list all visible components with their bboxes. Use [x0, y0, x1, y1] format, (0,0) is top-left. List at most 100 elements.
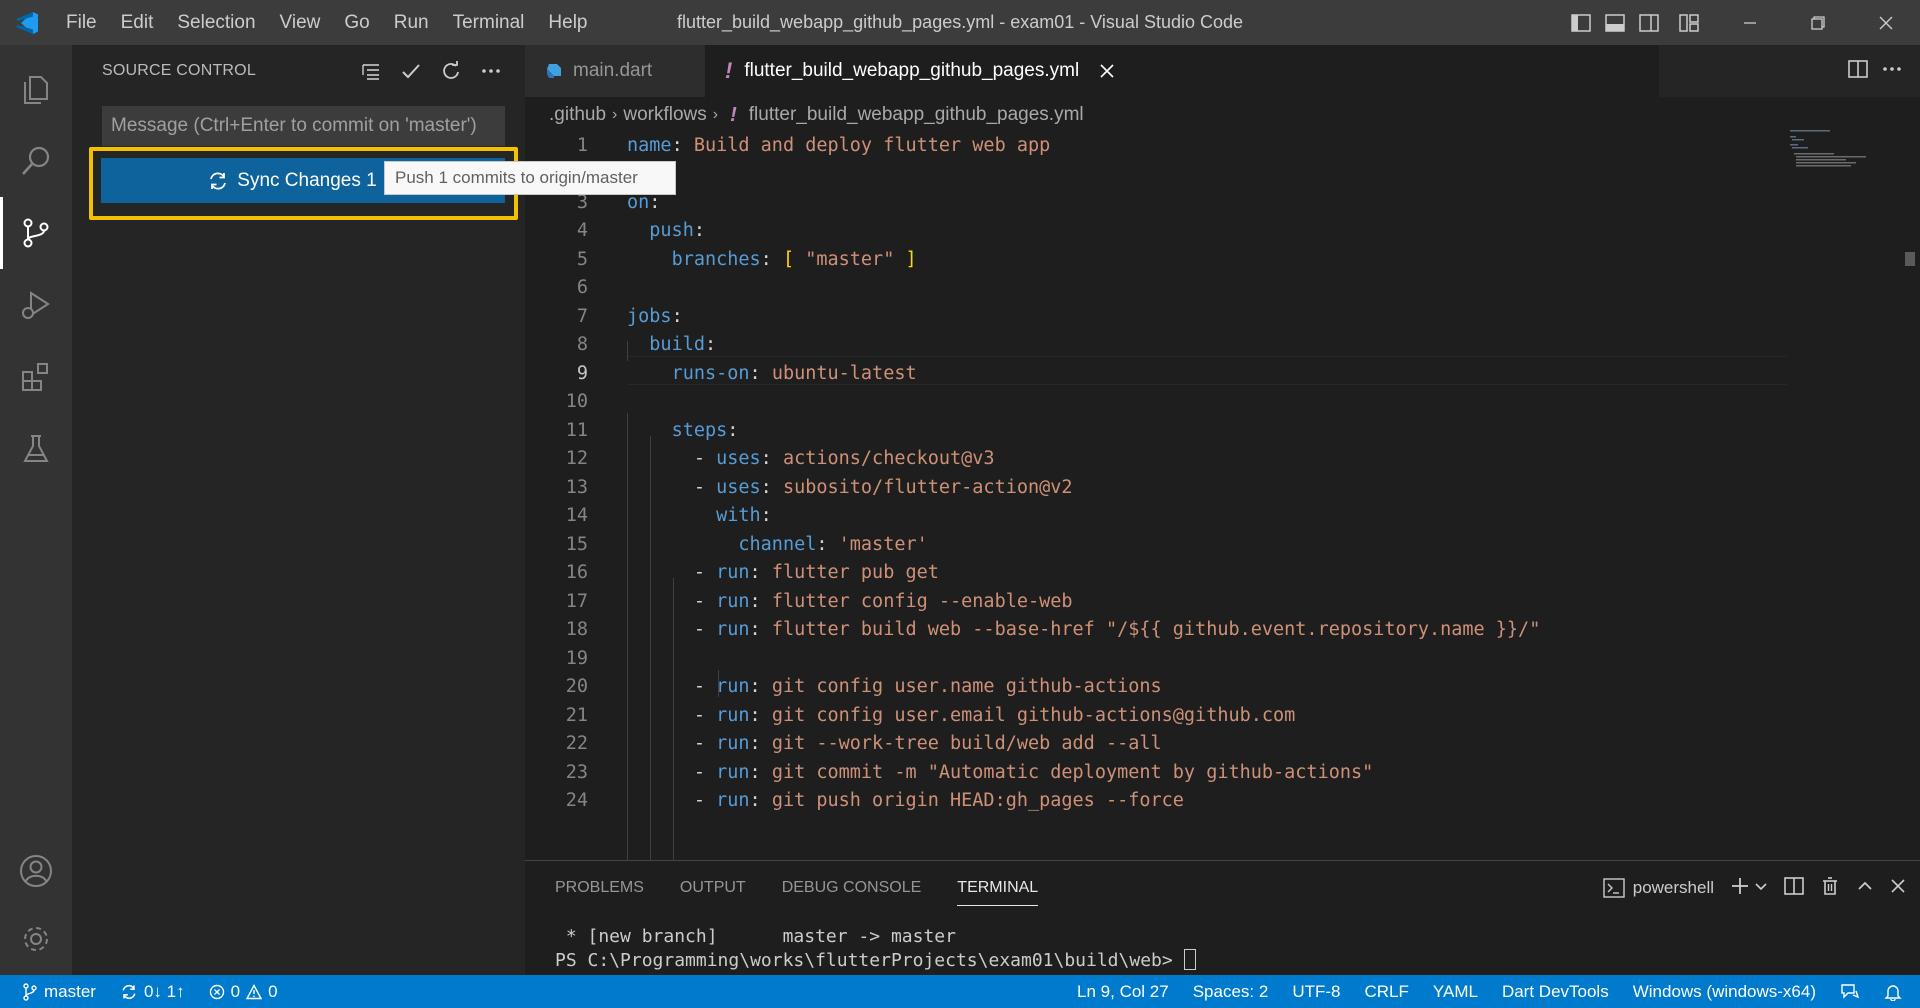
code-line-14: 14 with:	[525, 502, 1785, 531]
trash-icon[interactable]	[1820, 876, 1840, 901]
warning-icon	[246, 983, 263, 999]
restore-icon[interactable]	[1784, 0, 1852, 45]
source-control-icon[interactable]	[0, 197, 72, 269]
toggle-secondary-sidebar-icon[interactable]	[1632, 0, 1666, 45]
extensions-icon[interactable]	[0, 341, 72, 413]
line-number: 11	[565, 419, 588, 441]
menu-run[interactable]: Run	[382, 0, 441, 45]
customize-layout-icon[interactable]	[1672, 0, 1706, 45]
status-language[interactable]: YAML	[1421, 975, 1490, 1008]
close-panel-icon[interactable]	[1890, 878, 1906, 899]
commit-message-input[interactable]	[102, 106, 505, 146]
notifications-bell-icon[interactable]	[1872, 975, 1920, 1008]
terminal-output[interactable]: * [new branch] master -> master PS C:\Pro…	[555, 925, 1196, 973]
status-cursor-position[interactable]: Ln 9, Col 27	[1065, 975, 1181, 1008]
view-as-tree-icon[interactable]	[355, 55, 387, 87]
code-line-3: 3 on:	[525, 188, 1785, 217]
menu-selection[interactable]: Selection	[165, 0, 267, 45]
yaml-exclamation-icon: !	[725, 58, 733, 83]
line-number: 10	[565, 391, 588, 413]
vertical-scrollbar[interactable]	[1905, 252, 1915, 266]
status-eol[interactable]: CRLF	[1353, 975, 1421, 1008]
status-branch[interactable]: master	[0, 975, 108, 1008]
status-encoding[interactable]: UTF-8	[1280, 975, 1352, 1008]
panel-tab-debug-console[interactable]: DEBUG CONSOLE	[782, 879, 922, 897]
close-tab-icon[interactable]	[1099, 63, 1115, 79]
manage-gear-icon[interactable]	[0, 903, 72, 975]
line-number: 21	[565, 704, 588, 726]
close-window-icon[interactable]	[1852, 0, 1920, 45]
sync-icon	[122, 984, 136, 999]
title-bar: File Edit Selection View Go Run Terminal…	[0, 0, 1920, 45]
vscode-logo-icon	[0, 0, 54, 45]
panel-tab-terminal[interactable]: TERMINAL	[957, 879, 1039, 906]
refresh-icon[interactable]	[435, 55, 467, 87]
maximize-panel-icon[interactable]	[1856, 877, 1874, 900]
menu-help[interactable]: Help	[536, 0, 599, 45]
menu-terminal[interactable]: Terminal	[441, 0, 537, 45]
terminal-shell-selector[interactable]: powershell	[1603, 878, 1714, 898]
git-branch-icon	[23, 982, 37, 1001]
line-number: 14	[565, 505, 588, 527]
run-debug-icon[interactable]	[0, 269, 72, 341]
commit-check-icon[interactable]	[395, 55, 427, 87]
code-line-8: 8 build:	[525, 331, 1785, 360]
breadcrumb: .github › workflows › ! flutter_build_we…	[549, 101, 1084, 129]
tab-yaml-file[interactable]: ! flutter_build_webapp_github_pages.yml	[705, 45, 1659, 97]
minimap[interactable]	[1790, 128, 1910, 188]
editor-more-actions-icon[interactable]	[1882, 59, 1902, 84]
terminal-icon	[1603, 878, 1625, 898]
search-icon[interactable]	[0, 125, 72, 197]
sync-tooltip: Push 1 commits to origin/master	[384, 161, 676, 195]
code-editor[interactable]: 1 name: Build and deploy flutter web app…	[525, 131, 1785, 949]
status-problems[interactable]: 0 0	[197, 975, 290, 1008]
feedback-icon[interactable]	[1828, 975, 1872, 1008]
toggle-primary-sidebar-icon[interactable]	[1564, 0, 1598, 45]
code-line-5: 5 branches: [ "master" ]	[525, 245, 1785, 274]
breadcrumb-file[interactable]: flutter_build_webapp_github_pages.yml	[749, 104, 1084, 126]
split-editor-icon[interactable]	[1848, 59, 1868, 84]
split-terminal-icon[interactable]	[1784, 876, 1804, 901]
line-number: 9	[576, 362, 588, 384]
chevron-right-icon: ›	[712, 106, 719, 123]
tab-label: flutter_build_webapp_github_pages.yml	[744, 60, 1080, 81]
panel-tab-problems[interactable]: PROBLEMS	[555, 879, 644, 897]
code-line-2: 2	[525, 160, 1785, 189]
line-number: 16	[565, 562, 588, 584]
branch-label: master	[44, 981, 96, 1001]
new-terminal-icon[interactable]	[1730, 876, 1750, 901]
status-platform[interactable]: Windows (windows-x64)	[1621, 975, 1828, 1008]
breadcrumb-github[interactable]: .github	[549, 104, 606, 126]
terminal-cursor	[1183, 949, 1196, 970]
line-number: 4	[576, 220, 588, 242]
menu-edit[interactable]: Edit	[109, 0, 166, 45]
chevron-down-icon[interactable]	[1754, 878, 1768, 898]
more-actions-icon[interactable]	[475, 55, 507, 87]
code-line-22: 22 - run: git --work-tree build/web add …	[525, 730, 1785, 759]
sync-button-label: Sync Changes 1	[237, 169, 377, 191]
status-indentation[interactable]: Spaces: 2	[1181, 975, 1281, 1008]
sync-counts: 0↓ 1↑	[143, 981, 185, 1001]
menu-go[interactable]: Go	[332, 0, 381, 45]
breadcrumb-workflows[interactable]: workflows	[623, 104, 706, 126]
line-number: 19	[565, 647, 588, 669]
accounts-icon[interactable]	[0, 835, 72, 907]
line-number: 22	[565, 733, 588, 755]
toggle-panel-icon[interactable]	[1598, 0, 1632, 45]
status-dart-devtools[interactable]: Dart DevTools	[1490, 975, 1621, 1008]
testing-flask-icon[interactable]	[0, 413, 72, 485]
code-line-13: 13 - uses: subosito/flutter-action@v2	[525, 473, 1785, 502]
code-line-20: 20 - run: git config user.name github-ac…	[525, 673, 1785, 702]
panel-tab-output[interactable]: OUTPUT	[680, 879, 746, 897]
code-line-21: 21 - run: git config user.email github-a…	[525, 701, 1785, 730]
code-line-15: 15 channel: 'master'	[525, 530, 1785, 559]
explorer-icon[interactable]	[0, 54, 72, 126]
code-line-6: 6	[525, 274, 1785, 303]
status-sync[interactable]: 0↓ 1↑	[108, 975, 197, 1008]
tab-main-dart[interactable]: main.dart	[525, 45, 705, 97]
minimize-icon[interactable]	[1716, 0, 1784, 45]
menu-view[interactable]: View	[268, 0, 333, 45]
code-line-12: 12 - uses: actions/checkout@v3	[525, 445, 1785, 474]
yaml-exclamation-icon: !	[730, 103, 737, 126]
menu-file[interactable]: File	[54, 0, 109, 45]
